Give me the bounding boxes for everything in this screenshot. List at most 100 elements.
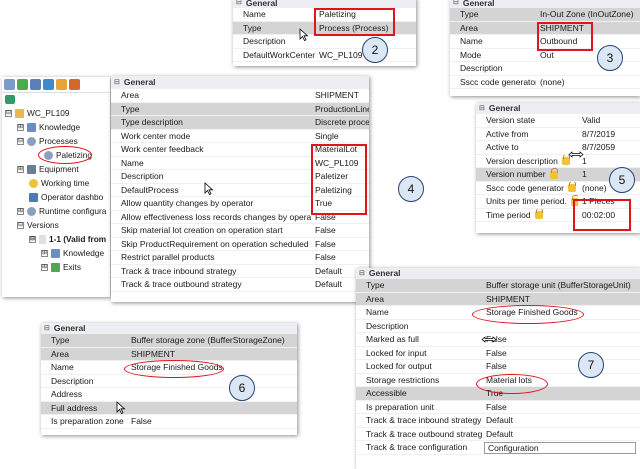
property-value[interactable]: SHIPMENT	[311, 89, 369, 103]
tree-node-version-knowledge[interactable]: ⊞ Knowledge	[41, 247, 104, 259]
tree-node-processes[interactable]: ⊟ Processes	[17, 135, 78, 147]
configuration-field[interactable]: Configuration	[484, 442, 636, 454]
property-value[interactable]	[536, 62, 640, 76]
property-value[interactable]: False	[311, 211, 369, 224]
property-value[interactable]: Paletizing	[315, 8, 416, 22]
property-value[interactable]	[127, 401, 297, 415]
property-key: Allow effectiveness loss records changes…	[111, 211, 311, 224]
property-value[interactable]: 1	[578, 155, 640, 168]
property-value[interactable]: (none)	[536, 76, 640, 89]
expand-icon[interactable]: ⊞	[17, 123, 24, 131]
collapse-chevron-icon[interactable]: ⊟	[359, 268, 365, 279]
property-value[interactable]: Storage Finished Goods	[127, 361, 297, 375]
property-value[interactable]: Single	[311, 130, 369, 143]
export-icon[interactable]	[69, 79, 80, 90]
refresh-icon[interactable]	[43, 79, 54, 90]
property-value[interactable]: 8/7/2059	[578, 141, 640, 155]
expand-icon[interactable]: ⊞	[41, 263, 48, 271]
tree-node-runtime-configuration[interactable]: ⊞ Runtime configura	[17, 205, 106, 217]
property-value[interactable]: False	[311, 224, 369, 238]
property-value[interactable]: 1 Pieces	[578, 195, 640, 209]
tree-node-version-1-1[interactable]: ⊟ 1-1 (Valid from	[29, 233, 106, 245]
property-value[interactable]	[127, 388, 297, 402]
property-value[interactable]: Outbound	[536, 35, 640, 49]
property-value[interactable]: SHIPMENT	[127, 347, 297, 361]
section-header-label: General	[123, 77, 156, 87]
property-value[interactable]: Buffer storage unit (BufferStorageUnit)	[482, 279, 640, 293]
tree-node-equipment[interactable]: ⊞ Equipment	[17, 163, 79, 175]
property-value[interactable]: ProductionLine (ProductionLine)	[311, 102, 369, 116]
property-value[interactable]: MaterialLot	[311, 143, 369, 157]
property-key: Area	[450, 21, 536, 35]
property-value[interactable]: Material lots	[482, 374, 640, 387]
property-value[interactable]: False	[311, 238, 369, 251]
tree-node-versions[interactable]: ⊟ Versions	[17, 219, 59, 231]
collapse-chevron-icon[interactable]: ⊟	[479, 103, 485, 114]
tree-node-operator-dashboard[interactable]: Operator dashbo	[29, 191, 103, 203]
tree-node-paletizing[interactable]: Paletizing	[44, 149, 92, 161]
collapse-icon[interactable]: ⊟	[29, 235, 36, 243]
property-value[interactable]: False	[482, 333, 640, 347]
check-icon[interactable]	[17, 79, 28, 90]
property-key: Description	[233, 35, 315, 49]
collapse-icon[interactable]: ⊟	[5, 109, 12, 117]
property-value[interactable]	[127, 375, 297, 388]
property-key-with-lock: Version number	[476, 168, 578, 182]
resize-cursor-icon	[568, 151, 584, 158]
property-value[interactable]: False	[127, 415, 297, 429]
property-value[interactable]: False	[482, 401, 640, 414]
property-value[interactable]: Storage Finished Goods	[482, 306, 640, 320]
property-value[interactable]: Paletizing	[311, 184, 369, 197]
collapse-chevron-icon[interactable]: ⊟	[453, 0, 459, 8]
view-icon[interactable]	[5, 94, 15, 104]
explorer-tree-panel: ⊟ WC_PL109 ⊞ Knowledge ⊟ Processes Palet…	[2, 77, 110, 297]
collapse-icon[interactable]: ⊟	[17, 137, 24, 145]
property-value[interactable]: SHIPMENT	[536, 21, 640, 35]
collapse-chevron-icon[interactable]: ⊟	[114, 76, 120, 89]
property-value[interactable]: WC_PL109	[311, 157, 369, 170]
expand-icon[interactable]: ⊞	[41, 249, 48, 257]
property-key: Name	[233, 8, 315, 22]
property-value[interactable]: False	[482, 347, 640, 360]
property-value[interactable]: 00:02:00	[578, 209, 640, 222]
property-value[interactable]: Process (Process)	[315, 21, 416, 35]
list-icon[interactable]	[30, 79, 41, 90]
gear-icon	[44, 150, 53, 160]
tree-node-wc-pl109[interactable]: ⊟ WC_PL109	[5, 107, 69, 119]
property-key: Marked as full	[356, 333, 482, 347]
property-value[interactable]: False	[482, 360, 640, 374]
tree-toolbar	[2, 77, 110, 93]
property-value[interactable]: Default	[482, 428, 640, 441]
tree-node-knowledge[interactable]: ⊞ Knowledge	[17, 121, 80, 133]
tree-node-exits[interactable]: ⊞ Exits	[41, 261, 81, 273]
property-value[interactable]: Valid	[578, 114, 640, 128]
property-value[interactable]: In-Out Zone (InOutZone)	[536, 8, 640, 22]
property-value[interactable]	[482, 320, 640, 333]
property-value[interactable]: True	[311, 197, 369, 211]
property-value[interactable]: False	[311, 251, 369, 265]
expand-icon[interactable]: ⊞	[17, 165, 24, 173]
tree-node-working-time[interactable]: Working time	[29, 177, 89, 189]
property-value[interactable]: Discrete process	[311, 116, 369, 130]
tree-node-label: Knowledge	[39, 122, 81, 132]
property-key: Track & trace outbound strategy	[356, 428, 482, 441]
collapse-icon[interactable]: ⊟	[17, 221, 24, 229]
property-key: Skip material lot creation on operation …	[111, 224, 311, 238]
expand-icon[interactable]: ⊞	[17, 207, 24, 215]
tree-node-label: Versions	[27, 220, 59, 230]
property-value[interactable]: Out	[536, 49, 640, 62]
property-value[interactable]: True	[482, 387, 640, 401]
property-key: Accessible	[356, 387, 482, 401]
property-value[interactable]: SHIPMENT	[482, 292, 640, 306]
edit-icon[interactable]	[4, 79, 15, 90]
property-value[interactable]: 8/7/2019	[578, 128, 640, 141]
collapse-chevron-icon[interactable]: ⊟	[236, 0, 242, 8]
work-center-properties-panel: ⊟ General Area SHIPMENT Type ProductionLin…	[111, 76, 369, 302]
property-key: Description	[111, 170, 311, 184]
property-key: Version number	[486, 169, 546, 179]
property-value[interactable]: Buffer storage zone (BufferStorageZone)	[127, 334, 297, 348]
property-value[interactable]: Default	[482, 414, 640, 428]
collapse-chevron-icon[interactable]: ⊟	[44, 323, 50, 334]
property-value[interactable]: Paletizer	[311, 170, 369, 184]
folder-icon[interactable]	[56, 79, 67, 90]
